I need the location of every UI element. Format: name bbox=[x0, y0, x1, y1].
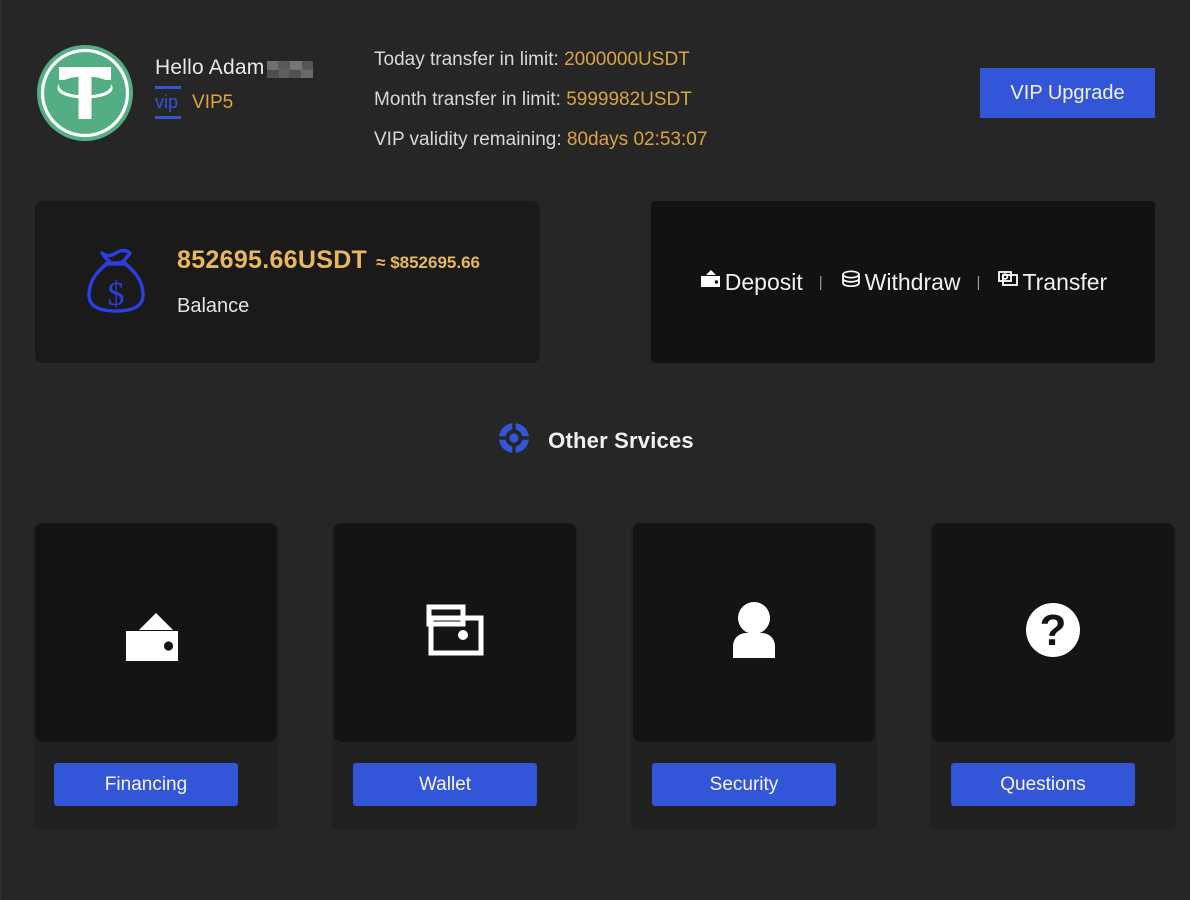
deposit-label: Deposit bbox=[724, 268, 803, 295]
other-services-title: Other Srvices bbox=[548, 427, 694, 453]
svg-text:?: ? bbox=[1040, 606, 1067, 655]
action-separator-1: | bbox=[818, 273, 823, 291]
transfer-label: Transfer bbox=[1022, 268, 1108, 295]
target-donut-icon bbox=[496, 420, 548, 461]
limit-label-today: Today transfer in limit: bbox=[374, 49, 559, 70]
transfer-action[interactable]: Transfer bbox=[996, 267, 1107, 297]
withdraw-label: Withdraw bbox=[864, 268, 961, 295]
profile-block: Hello Adam vip VIP5 bbox=[35, 43, 314, 143]
financing-icon-box bbox=[35, 523, 277, 742]
vip-row[interactable]: vip VIP5 bbox=[155, 86, 313, 119]
balance-text: 852695.66USDT ≈ $852695.66 Balance bbox=[177, 246, 480, 318]
question-mark-circle-icon: ? bbox=[1013, 590, 1093, 675]
greeting-row: Hello Adam bbox=[155, 56, 314, 80]
svg-text:$: $ bbox=[108, 276, 125, 313]
quick-actions-card: Deposit | Withdraw | Transfer bbox=[651, 201, 1155, 363]
balance-card: $ 852695.66USDT ≈ $852695.66 Balance bbox=[35, 201, 540, 363]
app-root: Hello Adam vip VIP5 Today transfer in li… bbox=[0, 0, 1190, 900]
financing-button[interactable]: Financing bbox=[54, 763, 238, 806]
coin-stack-icon bbox=[839, 267, 865, 297]
money-bag-icon: $ bbox=[77, 243, 155, 321]
other-services-heading: Other Srvices bbox=[0, 420, 1190, 461]
questions-icon-box: ? bbox=[932, 523, 1174, 742]
transfer-cards-icon bbox=[996, 267, 1022, 297]
limit-label-validity: VIP validity remaining: bbox=[374, 129, 562, 150]
deposit-action[interactable]: Deposit bbox=[699, 267, 803, 297]
action-separator-2: | bbox=[976, 273, 981, 291]
security-icon-box bbox=[633, 523, 875, 742]
service-cards-grid: Financing Wallet Security ? Questions bbox=[0, 523, 1190, 833]
limit-label-month: Month transfer in limit: bbox=[374, 89, 561, 110]
limit-row-month: Month transfer in limit: 5999982USDT bbox=[374, 80, 707, 120]
service-card-wallet[interactable]: Wallet bbox=[332, 523, 578, 831]
limit-row-today: Today transfer in limit: 2000000USDT bbox=[374, 40, 707, 80]
limit-value-validity: 80days 02:53:07 bbox=[566, 129, 708, 150]
wallet-deposit-icon bbox=[699, 267, 725, 297]
service-card-security[interactable]: Security bbox=[631, 523, 877, 831]
limit-row-validity: VIP validity remaining: 80days 02:53:07 bbox=[374, 120, 707, 160]
header: Hello Adam vip VIP5 Today transfer in li… bbox=[0, 0, 1190, 180]
transfer-limits: Today transfer in limit: 2000000USDT Mon… bbox=[374, 40, 707, 160]
greeting-text: Hello Adam bbox=[155, 56, 265, 79]
wallet-button[interactable]: Wallet bbox=[353, 763, 537, 806]
balance-amount: 852695.66USDT bbox=[177, 246, 368, 274]
withdraw-action[interactable]: Withdraw bbox=[839, 267, 961, 297]
balance-approx-usd: ≈ $852695.66 bbox=[376, 253, 481, 272]
service-card-financing[interactable]: Financing bbox=[33, 523, 279, 831]
wallet-icon-box bbox=[334, 523, 576, 742]
redacted-username-block bbox=[267, 60, 314, 78]
user-person-icon bbox=[714, 590, 794, 675]
questions-button[interactable]: Questions bbox=[951, 763, 1135, 806]
security-button[interactable]: Security bbox=[652, 763, 836, 806]
limit-value-today: 2000000USDT bbox=[564, 49, 690, 70]
balance-label: Balance bbox=[177, 295, 250, 317]
wallet-filled-icon bbox=[116, 590, 196, 675]
profile-text: Hello Adam vip VIP5 bbox=[155, 43, 314, 119]
vip-level-label: VIP5 bbox=[192, 91, 234, 113]
balance-main-row: 852695.66USDT ≈ $852695.66 bbox=[177, 246, 480, 275]
wallet-outline-icon bbox=[415, 590, 495, 675]
vip-upgrade-button[interactable]: VIP Upgrade bbox=[980, 68, 1155, 118]
tether-logo-icon bbox=[35, 43, 135, 143]
vip-tag: vip bbox=[155, 86, 182, 119]
service-card-questions[interactable]: ? Questions bbox=[930, 523, 1176, 831]
limit-value-month: 5999982USDT bbox=[566, 89, 692, 110]
